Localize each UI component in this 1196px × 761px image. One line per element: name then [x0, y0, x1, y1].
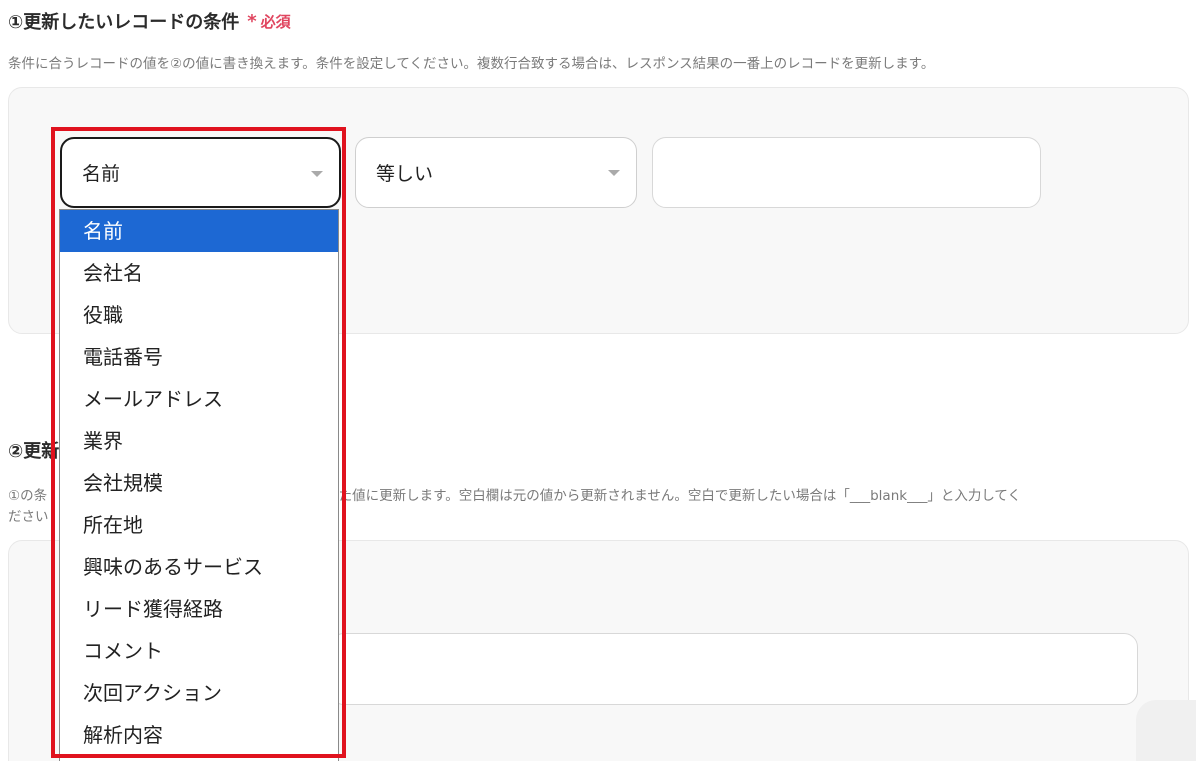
operator-select[interactable]: 等しい: [355, 137, 637, 208]
dropdown-option[interactable]: 所在地: [60, 504, 338, 546]
operator-select-value: 等しい: [376, 163, 434, 185]
dropdown-option[interactable]: 業界: [60, 420, 338, 462]
dropdown-option[interactable]: 名前: [60, 210, 338, 252]
chevron-down-icon: [311, 171, 323, 177]
dropdown-option[interactable]: コメント: [60, 630, 338, 672]
dropdown-option[interactable]: 会社規模: [60, 462, 338, 504]
dropdown-option[interactable]: 電話番号: [60, 336, 338, 378]
scroll-area-shadow: [1136, 700, 1196, 761]
section2-description-line2: ださい: [8, 509, 49, 525]
dropdown-option[interactable]: 次回アクション: [60, 672, 338, 714]
field-dropdown-list: 名前 会社名 役職 電話番号 メールアドレス 業界 会社規模 所在地 興味のあるサービス リード獲…: [59, 209, 339, 761]
section1-title-text: ①更新したいレコードの条件: [8, 12, 240, 33]
section2-description-prefix: ①の条: [8, 488, 48, 504]
field-select[interactable]: 名前: [60, 137, 341, 208]
chevron-down-icon: [608, 170, 620, 176]
dropdown-option[interactable]: 役職: [60, 294, 338, 336]
dropdown-option[interactable]: メールアドレス: [60, 378, 338, 420]
required-label: 必須: [260, 12, 291, 31]
dropdown-option[interactable]: リード獲得経路: [60, 588, 338, 630]
dropdown-option[interactable]: 解析内容: [60, 714, 338, 756]
update-value-input[interactable]: [330, 633, 1138, 705]
dropdown-option[interactable]: 会社名: [60, 252, 338, 294]
section1-title: ①更新したいレコードの条件 * 必須: [8, 8, 291, 34]
required-icon: *: [247, 10, 257, 32]
field-select-value: 名前: [82, 163, 121, 185]
section1-description: 条件に合うレコードの値を②の値に書き換えます。条件を設定してください。複数行合致…: [8, 56, 935, 72]
section2-title: ②更新: [8, 441, 60, 462]
condition-value-input[interactable]: [652, 137, 1041, 208]
section2-description-tail: した値に更新します。空白欄は元の値から更新されません。空白で更新したい場合は「_…: [325, 488, 1022, 504]
dropdown-option[interactable]: 興味のあるサービス: [60, 546, 338, 588]
page: ①更新したいレコードの条件 * 必須 条件に合うレコードの値を②の値に書き換えま…: [0, 0, 1196, 761]
